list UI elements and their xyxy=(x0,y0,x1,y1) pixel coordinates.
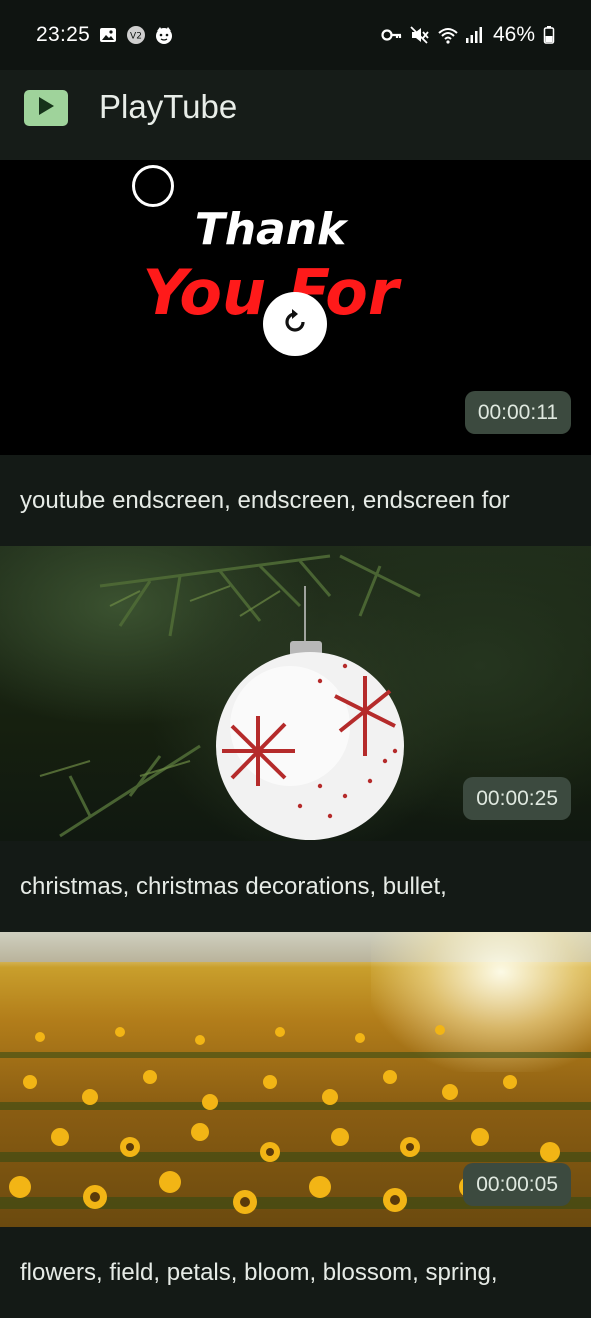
status-left: 23:25 V2 xyxy=(36,23,174,47)
overlay-text-thank: Thank xyxy=(194,204,347,255)
key-icon xyxy=(381,25,402,45)
video-caption[interactable]: youtube endscreen, endscreen, endscreen … xyxy=(20,487,510,515)
wifi-icon xyxy=(437,25,458,45)
duration-badge: 00:00:25 xyxy=(463,777,571,820)
status-right: 46% xyxy=(381,23,555,47)
mute-icon xyxy=(409,25,429,45)
video-card[interactable]: Thank You For 00:00:11 youtube endscreen… xyxy=(0,160,591,546)
video-thumbnail[interactable]: 00:00:05 xyxy=(0,932,591,1227)
duration-badge: 00:00:11 xyxy=(464,391,571,434)
replay-button[interactable] xyxy=(263,292,327,356)
duration-badge: 00:00:05 xyxy=(463,1163,571,1206)
play-icon xyxy=(36,95,56,122)
v2-icon: V2 xyxy=(126,25,146,45)
svg-text:V2: V2 xyxy=(130,32,142,42)
image-icon xyxy=(98,25,118,45)
battery-percent: 46% xyxy=(492,23,535,46)
caption-row[interactable]: youtube endscreen, endscreen, endscreen … xyxy=(0,455,591,546)
app-bar: PlayTube xyxy=(0,70,591,160)
video-caption[interactable]: christmas, christmas decorations, bullet… xyxy=(20,873,447,901)
cat-face-icon xyxy=(154,25,174,45)
video-thumbnail[interactable]: 00:00:25 xyxy=(0,546,591,841)
video-player[interactable]: Thank You For 00:00:11 xyxy=(0,160,591,455)
battery-icon xyxy=(543,25,555,45)
video-card[interactable]: 00:00:25 christmas, christmas decoration… xyxy=(0,546,591,932)
caption-row[interactable]: christmas, christmas decorations, bullet… xyxy=(0,841,591,932)
replay-icon xyxy=(277,304,313,345)
video-feed[interactable]: Thank You For 00:00:11 youtube endscreen… xyxy=(0,160,591,1318)
app-logo xyxy=(24,90,68,126)
status-time: 23:25 xyxy=(36,23,91,46)
status-bar: 23:25 V2 46% xyxy=(0,0,591,70)
touch-indicator xyxy=(132,165,174,207)
signal-icon xyxy=(465,25,485,45)
caption-row[interactable]: flowers, field, petals, bloom, blossom, … xyxy=(0,1227,591,1318)
app-title: PlayTube xyxy=(99,88,238,125)
video-card[interactable]: 00:00:05 flowers, field, petals, bloom, … xyxy=(0,932,591,1318)
video-caption[interactable]: flowers, field, petals, bloom, blossom, … xyxy=(20,1259,498,1287)
